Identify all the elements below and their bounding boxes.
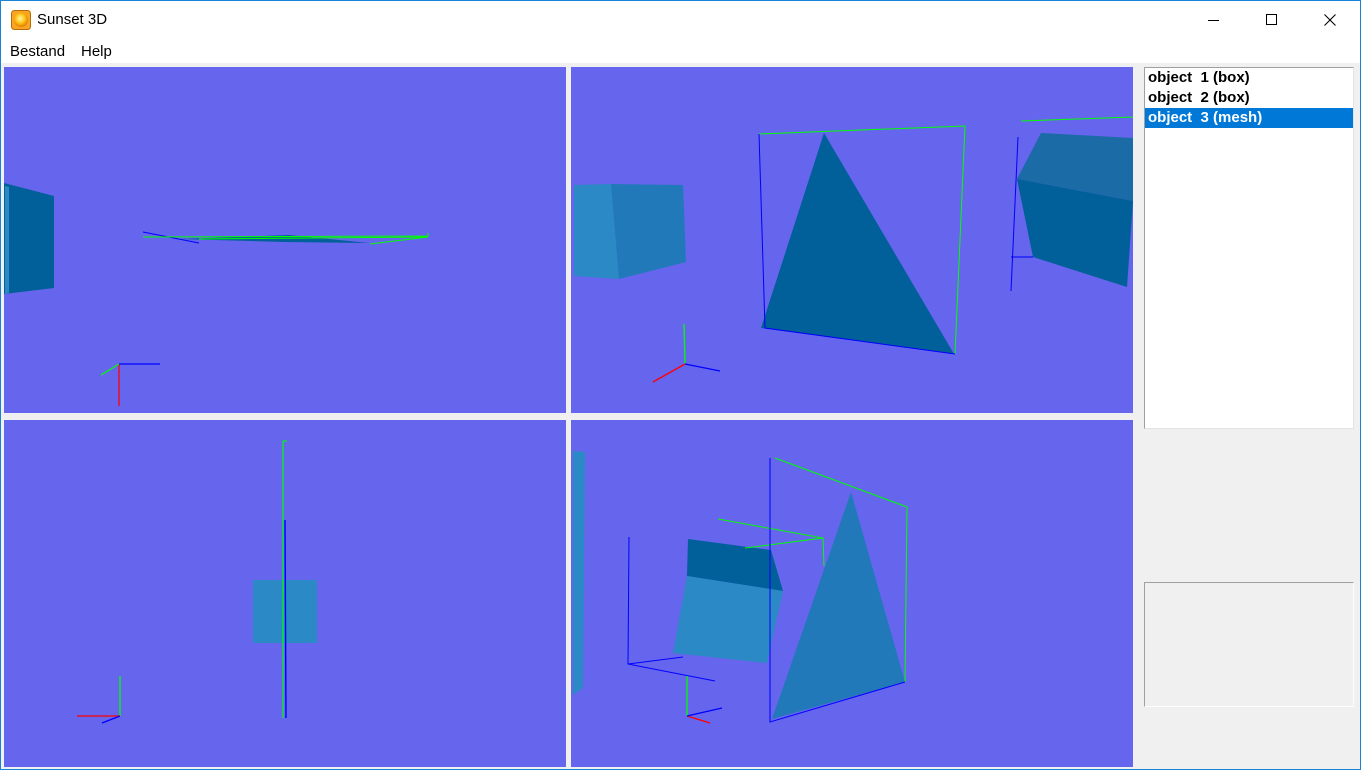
mesh-face bbox=[772, 492, 905, 719]
object-list[interactable]: object 1 (box) object 2 (box) object 3 (… bbox=[1144, 67, 1354, 429]
axis-y bbox=[100, 363, 120, 376]
app-window: Sunset 3D Bestand Help object 1 (box) ob… bbox=[0, 0, 1361, 770]
list-item-object-2[interactable]: object 2 (box) bbox=[1145, 88, 1353, 108]
axis-line bbox=[142, 233, 429, 238]
sun-icon bbox=[11, 10, 31, 30]
menu-bar: Bestand Help bbox=[1, 39, 1360, 63]
axis-line bbox=[284, 519, 287, 719]
list-item-object-3[interactable]: object 3 (mesh) bbox=[1145, 108, 1353, 128]
menu-bestand[interactable]: Bestand bbox=[10, 43, 65, 60]
viewport-bottom-left[interactable] bbox=[4, 420, 566, 767]
box-face bbox=[573, 451, 585, 695]
title-bar[interactable]: Sunset 3D bbox=[1, 1, 1360, 39]
viewport-bottom-right-scene bbox=[573, 451, 908, 724]
viewport-bottom-right[interactable] bbox=[571, 420, 1133, 767]
viewport-top-right-scene bbox=[574, 116, 1133, 383]
close-button[interactable] bbox=[1301, 1, 1359, 39]
viewport-top-left-scene bbox=[4, 183, 429, 406]
minimize-button[interactable] bbox=[1185, 1, 1243, 39]
close-icon bbox=[1324, 14, 1336, 26]
axis-x bbox=[652, 363, 686, 383]
list-item-object-1[interactable]: object 1 (box) bbox=[1145, 68, 1353, 88]
axis-y bbox=[683, 323, 686, 365]
axis-line bbox=[142, 231, 200, 244]
viewport-bottom-left-scene bbox=[77, 440, 317, 724]
axis-z bbox=[684, 363, 721, 372]
minimize-icon bbox=[1208, 20, 1219, 21]
axis-line bbox=[627, 656, 684, 665]
menu-help[interactable]: Help bbox=[81, 43, 112, 60]
axis-x bbox=[686, 715, 711, 724]
axis-z bbox=[686, 707, 723, 717]
axis-line bbox=[1020, 116, 1133, 122]
mesh-face bbox=[761, 133, 954, 354]
viewport-top-right[interactable] bbox=[571, 67, 1133, 413]
window-title: Sunset 3D bbox=[37, 11, 108, 28]
box-face bbox=[5, 186, 9, 294]
box-face bbox=[611, 184, 686, 279]
viewport-top-left[interactable] bbox=[4, 67, 566, 413]
box-face bbox=[4, 183, 54, 294]
box-face bbox=[673, 576, 783, 663]
properties-panel bbox=[1144, 582, 1354, 707]
axis-z bbox=[101, 715, 121, 724]
maximize-button[interactable] bbox=[1243, 1, 1301, 39]
axis-line bbox=[1010, 136, 1019, 292]
maximize-icon bbox=[1266, 14, 1277, 25]
